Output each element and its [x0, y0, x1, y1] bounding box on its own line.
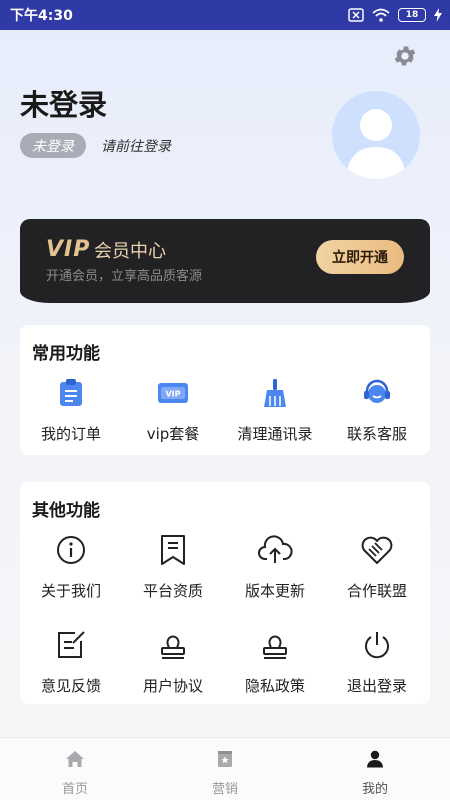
my-orders-label: 我的订单 — [40, 425, 101, 443]
common-functions-card: 常用功能 我的订单 VIP vip套餐 清理通讯录 联系客服 — [20, 325, 430, 455]
login-status-badge: 未登录 — [20, 133, 86, 158]
charging-icon — [434, 8, 442, 22]
vip-center-card[interactable]: VIP 会员中心 开通会员，立享高品质客源 立即开通 — [20, 219, 430, 303]
contact-service-item[interactable]: 联系客服 — [326, 375, 428, 444]
bookmark-icon — [155, 532, 191, 568]
privacy-policy-item[interactable]: 隐私政策 — [224, 627, 326, 696]
logout-item[interactable]: 退出登录 — [326, 627, 428, 696]
other-functions-card: 其他功能 关于我们 平台资质 版本更新 合作联盟 意见反馈 用户协议 隐私政策 … — [20, 482, 430, 704]
settings-gear-icon[interactable] — [390, 41, 420, 71]
vip-package-icon: VIP — [155, 375, 191, 411]
status-time: 下午4:30 — [10, 8, 73, 24]
platform-qualification-label: 平台资质 — [142, 582, 203, 600]
login-hint-link[interactable]: 请前往登录 — [101, 136, 171, 156]
svg-text:VIP: VIP — [165, 390, 180, 399]
clean-contacts-label: 清理通讯录 — [237, 425, 313, 443]
feedback-label: 意见反馈 — [40, 677, 101, 695]
tab-marketing[interactable]: 营销 — [150, 738, 300, 800]
about-us-label: 关于我们 — [40, 582, 101, 600]
open-vip-button[interactable]: 立即开通 — [316, 240, 404, 274]
tab-marketing-label: 营销 — [211, 782, 238, 797]
other-functions-title: 其他功能 — [32, 501, 100, 521]
contact-service-label: 联系客服 — [346, 425, 407, 443]
cooperation-alliance-label: 合作联盟 — [346, 582, 407, 600]
vip-logo: VIP — [46, 237, 91, 262]
user-agreement-item[interactable]: 用户协议 — [122, 627, 224, 696]
vip-title: 会员中心 — [94, 241, 166, 262]
platform-qualification-item[interactable]: 平台资质 — [122, 532, 224, 601]
profile-icon — [366, 750, 384, 772]
home-icon — [65, 750, 85, 772]
tab-home[interactable]: 首页 — [0, 738, 150, 800]
order-icon — [53, 375, 89, 411]
customer-service-icon — [359, 375, 395, 411]
tab-profile-label: 我的 — [361, 782, 388, 797]
feedback-icon — [53, 627, 89, 663]
info-icon — [53, 532, 89, 568]
marketing-icon — [216, 750, 234, 772]
version-update-item[interactable]: 版本更新 — [224, 532, 326, 601]
stamp-icon — [257, 627, 293, 663]
version-update-label: 版本更新 — [244, 582, 305, 600]
logout-label: 退出登录 — [346, 677, 407, 695]
feedback-item[interactable]: 意见反馈 — [20, 627, 122, 696]
cloud-upload-icon — [257, 532, 293, 568]
page-title: 未登录 — [20, 88, 108, 122]
cooperation-alliance-item[interactable]: 合作联盟 — [326, 532, 428, 601]
privacy-policy-label: 隐私政策 — [244, 677, 305, 695]
status-icons: 18 — [348, 8, 442, 22]
user-agreement-label: 用户协议 — [142, 677, 203, 695]
vip-package-item[interactable]: VIP vip套餐 — [122, 375, 224, 444]
status-bar: 下午4:30 18 — [0, 0, 450, 30]
clean-contacts-item[interactable]: 清理通讯录 — [224, 375, 326, 444]
bottom-tab-bar: 首页 营销 我的 — [0, 737, 450, 800]
wifi-icon — [372, 8, 390, 22]
stamp-icon — [155, 627, 191, 663]
handshake-heart-icon — [359, 532, 395, 568]
broom-icon — [257, 375, 293, 411]
common-functions-title: 常用功能 — [32, 344, 100, 364]
avatar[interactable] — [332, 91, 420, 179]
vip-subtitle: 开通会员，立享高品质客源 — [46, 269, 203, 284]
about-us-item[interactable]: 关于我们 — [20, 532, 122, 601]
vip-package-label: vip套餐 — [146, 425, 200, 443]
tab-profile[interactable]: 我的 — [300, 738, 450, 800]
sim-icon — [348, 8, 364, 22]
tab-home-label: 首页 — [61, 782, 88, 797]
battery-indicator: 18 — [398, 8, 426, 22]
my-orders-item[interactable]: 我的订单 — [20, 375, 122, 444]
power-icon — [359, 627, 395, 663]
